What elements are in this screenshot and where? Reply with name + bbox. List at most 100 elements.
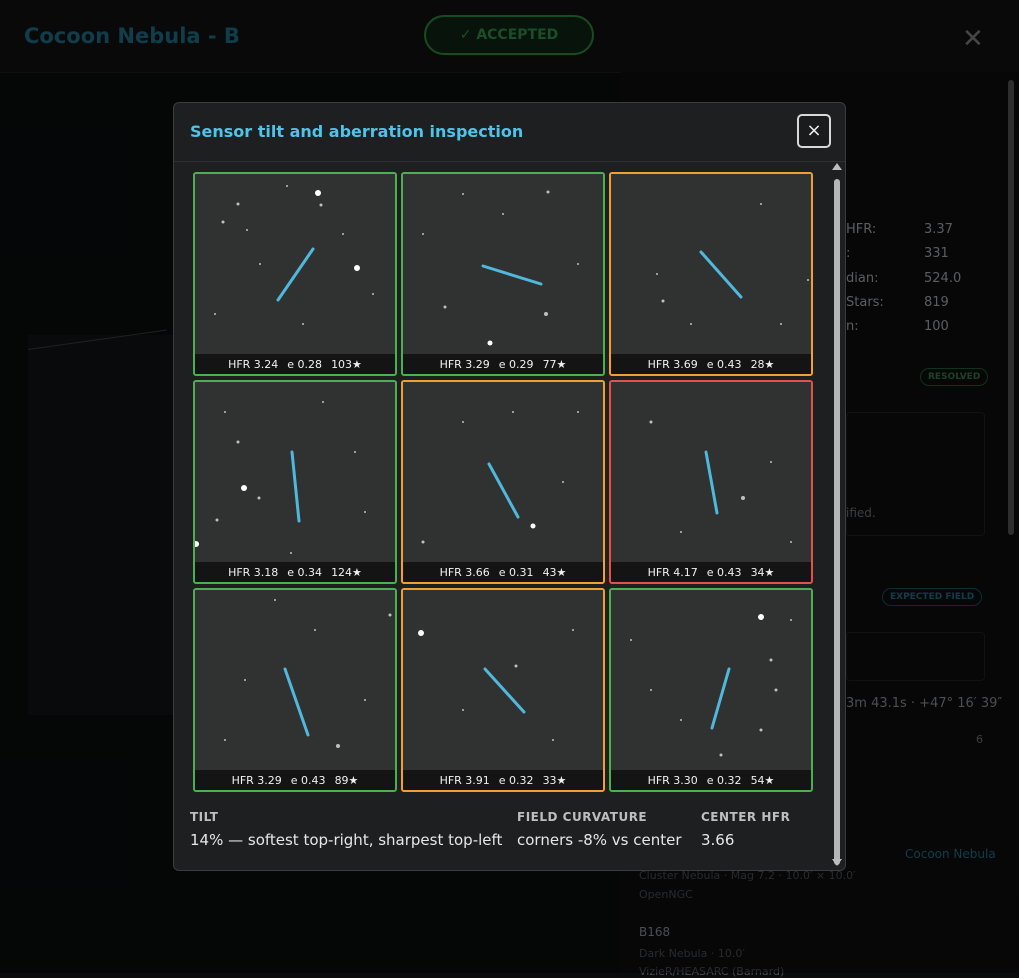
tile-background: [195, 590, 395, 790]
star-field-image: [611, 174, 811, 374]
tile-background: [611, 174, 811, 374]
star: [224, 411, 226, 413]
tile-caption: HFR 3.66 e 0.31 43★: [403, 562, 603, 582]
hfr-value: HFR 4.17: [647, 565, 698, 579]
scroll-down-icon[interactable]: [832, 859, 842, 866]
star: [790, 619, 792, 621]
star: [680, 719, 682, 721]
star: [241, 485, 247, 491]
star: [274, 599, 276, 601]
star-field-image: [195, 382, 395, 582]
star: [562, 481, 564, 483]
curvature-label: FIELD CURVATURE: [517, 810, 648, 824]
star: [680, 531, 682, 533]
star: [214, 313, 216, 315]
star-count: 103★: [331, 357, 362, 371]
star-field-image: [611, 590, 811, 790]
tile-caption: HFR 4.17 e 0.43 34★: [611, 562, 811, 582]
hfr-value: HFR 3.29: [231, 773, 282, 787]
star-field-image: [195, 174, 395, 374]
star-count: 89★: [334, 773, 359, 787]
star: [462, 421, 464, 423]
tile-background: [611, 590, 811, 790]
tile-caption: HFR 3.24 e 0.28 103★: [195, 354, 395, 374]
hfr-value: HFR 3.29: [439, 357, 490, 371]
star: [502, 213, 504, 215]
star-count: 34★: [750, 565, 775, 579]
center-hfr-value: 3.66: [701, 831, 735, 849]
tile-3[interactable]: HFR 3.69 e 0.43 28★: [609, 172, 813, 376]
star: [512, 411, 514, 413]
star: [342, 233, 344, 235]
star: [577, 411, 579, 413]
star: [290, 552, 292, 554]
tile-2[interactable]: HFR 3.29 e 0.29 77★: [401, 172, 605, 376]
star-count: 54★: [750, 773, 775, 787]
star: [462, 193, 464, 195]
star: [418, 630, 424, 636]
dialog-title: Sensor tilt and aberration inspection: [190, 122, 524, 141]
scroll-up-icon[interactable]: [832, 163, 842, 170]
tile-7[interactable]: HFR 3.29 e 0.43 89★: [193, 588, 397, 792]
star: [314, 629, 316, 631]
eccentricity-value: e 0.32: [498, 773, 534, 787]
star: [221, 220, 225, 224]
tile-9[interactable]: HFR 3.30 e 0.32 54★: [609, 588, 813, 792]
center-hfr-label: CENTER HFR: [701, 810, 791, 824]
tile-8[interactable]: HFR 3.91 e 0.32 33★: [401, 588, 605, 792]
tile-caption: HFR 3.91 e 0.32 33★: [403, 770, 603, 790]
tilt-value: 14% — softest top-right, sharpest top-le…: [190, 831, 503, 849]
hfr-value: HFR 3.91: [439, 773, 490, 787]
tilt-inspection-dialog: Sensor tilt and aberration inspection × …: [173, 102, 846, 871]
star-count: 77★: [542, 357, 567, 371]
star: [572, 629, 574, 631]
star: [530, 523, 536, 529]
star: [286, 185, 288, 187]
star: [769, 658, 773, 662]
star: [354, 265, 360, 271]
star: [462, 709, 464, 711]
eccentricity-value: e 0.34: [287, 565, 323, 579]
star: [690, 323, 692, 325]
star: [244, 679, 246, 681]
star: [336, 744, 340, 748]
star-field-image: [195, 590, 395, 790]
star-count: 124★: [331, 565, 362, 579]
dialog-header: Sensor tilt and aberration inspection ×: [174, 103, 845, 162]
tile-6[interactable]: HFR 4.17 e 0.43 34★: [609, 380, 813, 584]
eccentricity-value: e 0.29: [498, 357, 534, 371]
eccentricity-value: e 0.43: [290, 773, 326, 787]
star: [224, 739, 226, 741]
star: [372, 293, 374, 295]
star: [443, 305, 447, 309]
star: [577, 263, 579, 265]
star: [552, 739, 554, 741]
tile-4[interactable]: HFR 3.18 e 0.34 124★: [193, 380, 397, 584]
eccentricity-value: e 0.43: [706, 565, 742, 579]
tile-background: [403, 174, 603, 374]
star: [650, 689, 652, 691]
star: [661, 299, 665, 303]
star-count: 43★: [542, 565, 567, 579]
star-field-image: [611, 382, 811, 582]
tile-1[interactable]: HFR 3.24 e 0.28 103★: [193, 172, 397, 376]
tile-5[interactable]: HFR 3.66 e 0.31 43★: [401, 380, 605, 584]
close-icon: ×: [806, 120, 822, 141]
star: [364, 511, 366, 513]
tile-caption: HFR 3.29 e 0.29 77★: [403, 354, 603, 374]
star: [259, 263, 261, 265]
tile-caption: HFR 3.18 e 0.34 124★: [195, 562, 395, 582]
dialog-close-button[interactable]: ×: [797, 114, 831, 148]
star: [758, 614, 764, 620]
star: [649, 420, 653, 424]
star: [257, 496, 261, 500]
star: [790, 541, 792, 543]
dialog-scrollbar-thumb[interactable]: [834, 179, 840, 865]
star: [487, 340, 493, 346]
star: [807, 279, 809, 281]
star: [546, 190, 550, 194]
star: [630, 639, 632, 641]
tile-caption: HFR 3.29 e 0.43 89★: [195, 770, 395, 790]
star: [422, 233, 424, 235]
hfr-value: HFR 3.66: [439, 565, 490, 579]
